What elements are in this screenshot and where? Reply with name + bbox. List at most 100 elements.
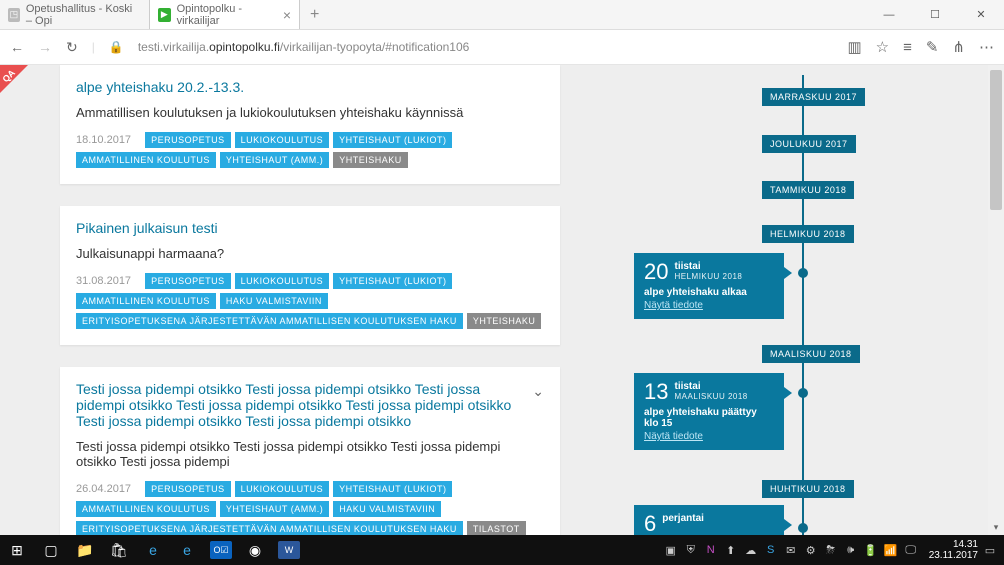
event-link[interactable]: Näytä tiedote — [644, 300, 774, 311]
category-tag[interactable]: YHTEISHAKU — [467, 313, 542, 329]
tray-icon[interactable]: ⛈ — [823, 542, 839, 558]
category-tag[interactable]: HAKU VALMISTAVIIN — [333, 501, 441, 517]
refresh-button[interactable]: ↻ — [66, 39, 78, 56]
timeline-month-label: MARRASKUU 2017 — [762, 88, 865, 106]
browser-tab-active[interactable]: ▶ Opintopolku - virkailijar × — [150, 0, 300, 29]
category-tag[interactable]: LUKIOKOULUTUS — [235, 132, 330, 148]
category-tag[interactable]: ERITYISOPETUKSENA JÄRJESTETTÄVÄN AMMATIL… — [76, 313, 463, 329]
url-display[interactable]: testi.virkailija.opintopolku.fi/virkaili… — [138, 40, 834, 54]
note-icon[interactable]: ✎ — [926, 38, 939, 56]
url-sub: testi.virkailija. — [138, 40, 209, 54]
category-tag[interactable]: AMMATILLINEN KOULUTUS — [76, 152, 216, 168]
event-link[interactable]: Näytä tiedote — [644, 431, 774, 442]
category-tag[interactable]: AMMATILLINEN KOULUTUS — [76, 293, 216, 309]
chrome-icon[interactable]: ◉ — [238, 535, 272, 565]
tray-icon[interactable]: ▣ — [663, 542, 679, 558]
card-date: 26.04.2017 — [76, 483, 131, 495]
taskview-icon[interactable]: ▢ — [34, 535, 68, 565]
timeline-month-label: MAALISKUU 2018 — [762, 345, 860, 363]
card-title[interactable]: Pikainen julkaisun testi — [76, 220, 544, 236]
timeline-event-card[interactable]: 20tiistaiHELMIKUU 2018alpe yhteishaku al… — [634, 253, 784, 319]
notification-card: ⌄Testi jossa pidempi otsikko Testi jossa… — [60, 367, 560, 535]
hub-icon[interactable]: ≡ — [903, 39, 912, 56]
back-button[interactable]: ← — [10, 39, 24, 55]
close-icon[interactable]: × — [283, 7, 291, 23]
category-tag[interactable]: AMMATILLINEN KOULUTUS — [76, 501, 216, 517]
vertical-scrollbar[interactable]: ▴ ▾ — [988, 65, 1004, 535]
category-tag[interactable]: YHTEISHAUT (LUKIOT) — [333, 132, 452, 148]
category-tag[interactable]: HAKU VALMISTAVIIN — [220, 293, 328, 309]
share-icon[interactable]: ⋔ — [952, 38, 965, 56]
tray-icon[interactable]: N — [703, 542, 719, 558]
category-tag[interactable]: YHTEISHAUT (AMM.) — [220, 501, 329, 517]
category-tag[interactable]: LUKIOKOULUTUS — [235, 481, 330, 497]
timeline-sidebar: MARRASKUU 2017JOULUKUU 2017TAMMIKUU 2018… — [634, 65, 1004, 535]
category-tag[interactable]: PERUSOPETUS — [145, 481, 231, 497]
card-title[interactable]: alpe yhteishaku 20.2.-13.3. — [76, 79, 544, 95]
category-tag[interactable]: YHTEISHAUT (AMM.) — [220, 152, 329, 168]
tray-icon[interactable]: 📶 — [883, 542, 899, 558]
timeline-event-card[interactable]: 6perjantai — [634, 505, 784, 535]
tray-icon[interactable]: 🔋 — [863, 542, 879, 558]
favorite-icon[interactable]: ☆ — [876, 38, 889, 56]
timeline-month-label: HUHTIKUU 2018 — [762, 480, 854, 498]
forward-button[interactable]: → — [38, 39, 52, 55]
tab-favicon-icon: ◳ — [8, 8, 20, 22]
card-title[interactable]: Testi jossa pidempi otsikko Testi jossa … — [76, 381, 544, 429]
browser-tab-inactive[interactable]: ◳ Opetushallitus - Koski – Opi — [0, 0, 150, 29]
card-description: Ammatillisen koulutuksen ja lukiokoulutu… — [76, 105, 544, 120]
tray-icon[interactable]: ⬆ — [723, 542, 739, 558]
event-weekday: perjantai — [644, 513, 774, 524]
start-button[interactable]: ⊞ — [0, 535, 34, 565]
scroll-down-icon[interactable]: ▾ — [988, 519, 1004, 535]
timeline-month-label: TAMMIKUU 2018 — [762, 181, 854, 199]
category-tag[interactable]: YHTEISHAKU — [333, 152, 408, 168]
store-icon[interactable]: 🛍 — [102, 535, 136, 565]
tab-favicon-icon: ▶ — [158, 8, 171, 22]
card-meta: 26.04.2017PERUSOPETUSLUKIOKOULUTUSYHTEIS… — [76, 481, 544, 535]
url-path: /virkailijan-tyopoyta/#notification106 — [280, 40, 469, 54]
tray-icon[interactable]: ☁ — [743, 542, 759, 558]
date-label: 23.11.2017 — [929, 550, 978, 561]
category-tag[interactable]: TILASTOT — [467, 521, 526, 535]
card-date: 31.08.2017 — [76, 275, 131, 287]
scroll-thumb[interactable] — [990, 70, 1002, 210]
close-window-button[interactable]: ✕ — [958, 0, 1004, 29]
timeline-dot — [798, 268, 808, 278]
timeline-dot — [798, 388, 808, 398]
tab-title: Opintopolku - virkailijar — [177, 3, 277, 27]
minimize-button[interactable]: — — [866, 0, 912, 29]
chevron-down-icon[interactable]: ⌄ — [532, 383, 544, 400]
tray-icon[interactable]: 🕪 — [843, 542, 859, 558]
new-tab-button[interactable]: + — [300, 0, 329, 29]
address-bar: ← → ↻ | 🔒 testi.virkailija.opintopolku.f… — [0, 30, 1004, 65]
tray-icon[interactable]: ✉ — [783, 542, 799, 558]
category-tag[interactable]: PERUSOPETUS — [145, 132, 231, 148]
tray-icon[interactable]: 🖵 — [903, 542, 919, 558]
edge-icon[interactable]: e — [170, 535, 204, 565]
ie-icon[interactable]: e — [136, 535, 170, 565]
tray-icon[interactable]: ⚙ — [803, 542, 819, 558]
tray-icon[interactable]: S — [763, 542, 779, 558]
tab-title: Opetushallitus - Koski – Opi — [26, 3, 141, 27]
timeline-dot — [798, 523, 808, 533]
reading-view-icon[interactable]: ▥ — [847, 38, 861, 56]
notifications-icon[interactable]: ▭ — [982, 542, 998, 558]
clock[interactable]: 14.31 23.11.2017 — [923, 539, 978, 561]
timeline-month-label: HELMIKUU 2018 — [762, 225, 854, 243]
category-tag[interactable]: YHTEISHAUT (LUKIOT) — [333, 481, 452, 497]
timeline-event-card[interactable]: 13tiistaiMAALISKUU 2018alpe yhteishaku p… — [634, 373, 784, 450]
card-meta: 31.08.2017PERUSOPETUSLUKIOKOULUTUSYHTEIS… — [76, 273, 544, 329]
category-tag[interactable]: YHTEISHAUT (LUKIOT) — [333, 273, 452, 289]
category-tag[interactable]: ERITYISOPETUKSENA JÄRJESTETTÄVÄN AMMATIL… — [76, 521, 463, 535]
word-icon[interactable]: W — [278, 541, 300, 559]
maximize-button[interactable]: ☐ — [912, 0, 958, 29]
page-content: alpe yhteishaku 20.2.-13.3. Ammatillisen … — [0, 65, 1004, 535]
category-tag[interactable]: LUKIOKOULUTUS — [235, 273, 330, 289]
outlook-icon[interactable]: O☑ — [210, 541, 232, 559]
url-domain: opintopolku.fi — [209, 40, 280, 54]
category-tag[interactable]: PERUSOPETUS — [145, 273, 231, 289]
explorer-icon[interactable]: 📁 — [68, 535, 102, 565]
tray-icon[interactable]: ⛨ — [683, 542, 699, 558]
more-icon[interactable]: ⋯ — [979, 38, 994, 56]
